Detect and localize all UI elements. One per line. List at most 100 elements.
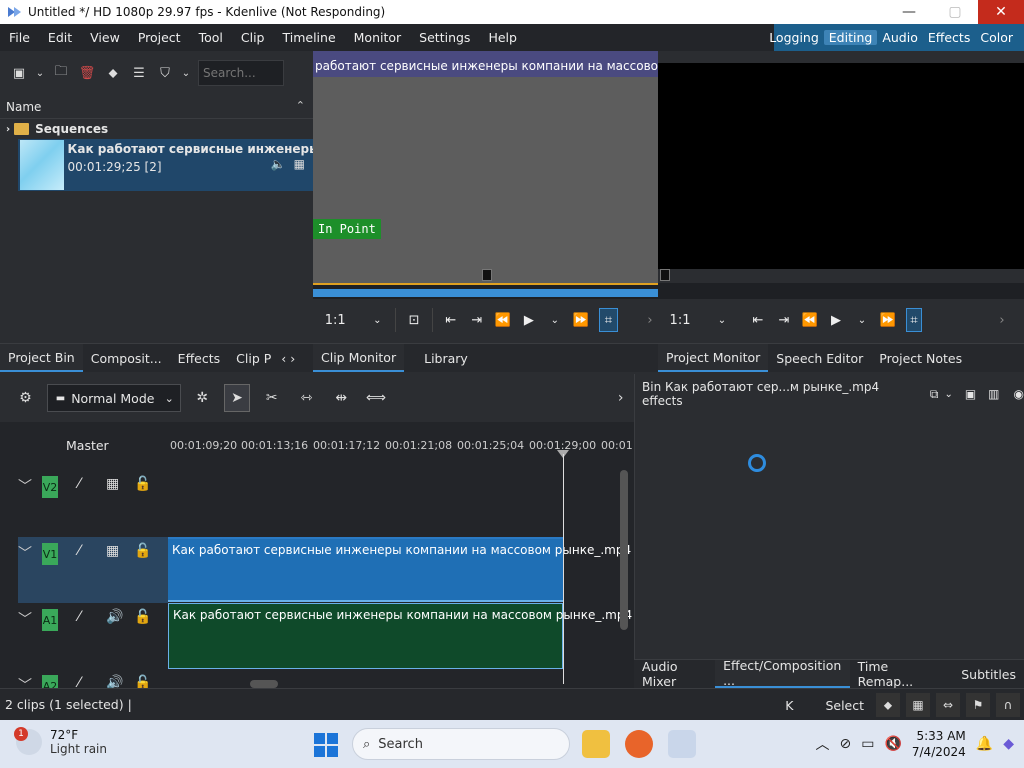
set-in-point-icon[interactable]: ⇤ [443,308,459,332]
razor-tool-icon[interactable]: ✂ [258,384,285,412]
eye-icon[interactable]: ◉ [1014,387,1024,401]
tray-overflow-icon[interactable]: ︿ [815,734,829,754]
snap-magnet-icon[interactable]: ∩ [996,693,1020,717]
copilot-icon[interactable]: ◆ [1003,736,1014,752]
menu-monitor[interactable]: Monitor [345,30,411,45]
zoom-fit-icon[interactable]: ⇔ [936,693,960,717]
rewind-icon[interactable]: ⏪ [495,308,511,332]
set-out-point-icon[interactable]: ⇥ [776,308,792,332]
weather-widget[interactable]: 1 72°F Light rain [14,727,107,756]
tab-project-notes[interactable]: Project Notes [871,344,970,372]
compare-icon[interactable]: ⧉ [930,387,939,402]
expand-arrow-icon[interactable]: › [6,124,10,135]
more-arrow-icon[interactable]: › [994,308,1010,332]
ripple-tool-icon[interactable]: ⇹ [328,384,355,412]
set-in-point-icon[interactable]: ⇤ [750,308,766,332]
tab-clip-monitor[interactable]: Clip Monitor [313,344,405,372]
tab-effect-composition[interactable]: Effect/Composition ... [715,658,850,688]
effects-wand-icon[interactable]: ⁄ [78,609,106,625]
display-icon[interactable]: ▭ [861,736,874,752]
project-monitor-ruler[interactable] [658,269,1024,299]
zone-handle[interactable] [482,269,492,281]
layout-audio[interactable]: Audio [877,30,923,45]
add-clip-icon[interactable]: ▣ [8,62,30,84]
clip-monitor-ruler[interactable] [313,269,658,299]
clip-monitor-screen[interactable]: работают сервисные инженеры компании на … [313,51,658,283]
taskbar-search[interactable]: ⌕ Search [352,728,570,760]
tab-effects[interactable]: Effects [170,344,229,372]
crop-icon[interactable]: ⌗ [598,308,618,332]
track-header-v2[interactable]: ﹀ V2 ⁄ ▦ 🔓 [18,470,168,536]
menu-help[interactable]: Help [479,30,526,45]
menu-timeline[interactable]: Timeline [273,30,344,45]
timeline-video-clip[interactable]: Как работают сервисные инженеры компании… [168,537,631,602]
video-toggle-icon[interactable]: ▦ [106,476,134,492]
track-badge[interactable]: V2 [42,476,58,498]
chevron-down-icon[interactable]: ⌄ [714,308,730,332]
track-badge[interactable]: A2 [42,675,58,688]
collapse-icon[interactable]: ﹀ [18,476,42,496]
tab-project-bin[interactable]: Project Bin [0,344,83,372]
menu-icon[interactable]: ☰ [128,62,150,84]
collapse-icon[interactable]: ﹀ [18,609,42,629]
effects-wand-icon[interactable]: ⁄ [78,543,106,559]
filter-dropdown-icon[interactable]: ⌄ [180,62,192,84]
save-effect-icon[interactable]: ▣ [965,387,976,401]
playhead[interactable] [563,454,564,684]
lock-icon[interactable]: 🔓 [134,609,162,625]
tab-audio-mixer[interactable]: Audio Mixer [634,659,715,689]
audio-icon[interactable]: 🔈 [271,157,286,171]
layout-logging[interactable]: Logging [764,30,824,45]
minimize-button[interactable]: — [886,0,932,24]
kdenlive-taskbar-icon[interactable] [668,730,696,758]
file-explorer-icon[interactable] [582,730,610,758]
notification-bell-icon[interactable]: 🔔 [976,736,993,752]
layout-effects[interactable]: Effects [923,30,976,45]
tab-clip-properties[interactable]: Clip P [228,344,279,372]
chevron-down-icon[interactable]: ⌄ [369,308,385,332]
spacer-tool-icon[interactable]: ⇿ [293,384,320,412]
timeline-audio-clip[interactable]: Как работают сервисные инженеры компании… [168,603,632,669]
volume-icon[interactable]: 🔇 [884,736,901,752]
timeline-vertical-scrollbar[interactable] [620,470,628,630]
filter-icon[interactable]: ⛉ [154,62,176,84]
split-view-icon[interactable]: ▥ [988,387,999,401]
select-tool-icon[interactable]: ➤ [223,384,251,412]
tab-time-remap[interactable]: Time Remap... [850,659,946,689]
track-badge[interactable]: V1 [42,543,58,565]
close-button[interactable]: ✕ [978,0,1024,24]
rewind-icon[interactable]: ⏪ [802,308,818,332]
project-monitor-screen[interactable] [658,63,1024,269]
menu-file[interactable]: File [0,30,39,45]
tab-speech-editor[interactable]: Speech Editor [768,344,871,372]
play-icon[interactable]: ▶ [521,308,537,332]
delete-icon[interactable]: 🗑 [76,62,98,84]
menu-project[interactable]: Project [129,30,190,45]
more-arrow-icon[interactable]: › [642,308,658,332]
firefox-icon[interactable] [625,730,653,758]
timeline-horizontal-scrollbar[interactable] [250,680,278,688]
master-label[interactable]: Master [66,438,109,453]
tabs-scroll-icon[interactable]: ‹ › [279,344,297,372]
audio-toggle-icon[interactable]: 🔊 [106,675,134,688]
timeline-settings-icon[interactable]: ⚙ [12,384,39,412]
windows-start-icon[interactable] [314,733,338,757]
folder-sequences[interactable]: › Sequences [0,119,313,139]
layout-color[interactable]: Color [975,30,1018,45]
forward-icon[interactable]: ⏩ [880,308,896,332]
track-header-a2[interactable]: ﹀ A2 ⁄ 🔊 🔓 [18,669,168,688]
collapse-icon[interactable]: ﹀ [18,675,42,688]
menu-edit[interactable]: Edit [39,30,81,45]
edit-mode-select[interactable]: ▬ Normal Mode ⌄ [46,384,181,412]
tab-compositions[interactable]: Composit... [83,344,170,372]
track-header-v1[interactable]: ﹀ V1 ⁄ ▦ 🔓 [18,537,168,603]
menu-view[interactable]: View [81,30,129,45]
chevron-down-icon[interactable]: ⌄ [34,62,46,84]
thumbnail-icon[interactable]: ▦ [906,693,930,717]
project-zoom-label[interactable]: 1:1 [670,308,691,332]
play-options-icon[interactable]: ⌄ [854,308,870,332]
audio-toggle-icon[interactable]: 🔊 [106,609,134,625]
track-header-a1[interactable]: ﹀ A1 ⁄ 🔊 🔓 [18,603,168,669]
bin-column-header[interactable]: Name ⌃ [0,95,313,119]
bin-clip-item[interactable]: Как работают сервисные инженеры компании… [18,139,313,191]
